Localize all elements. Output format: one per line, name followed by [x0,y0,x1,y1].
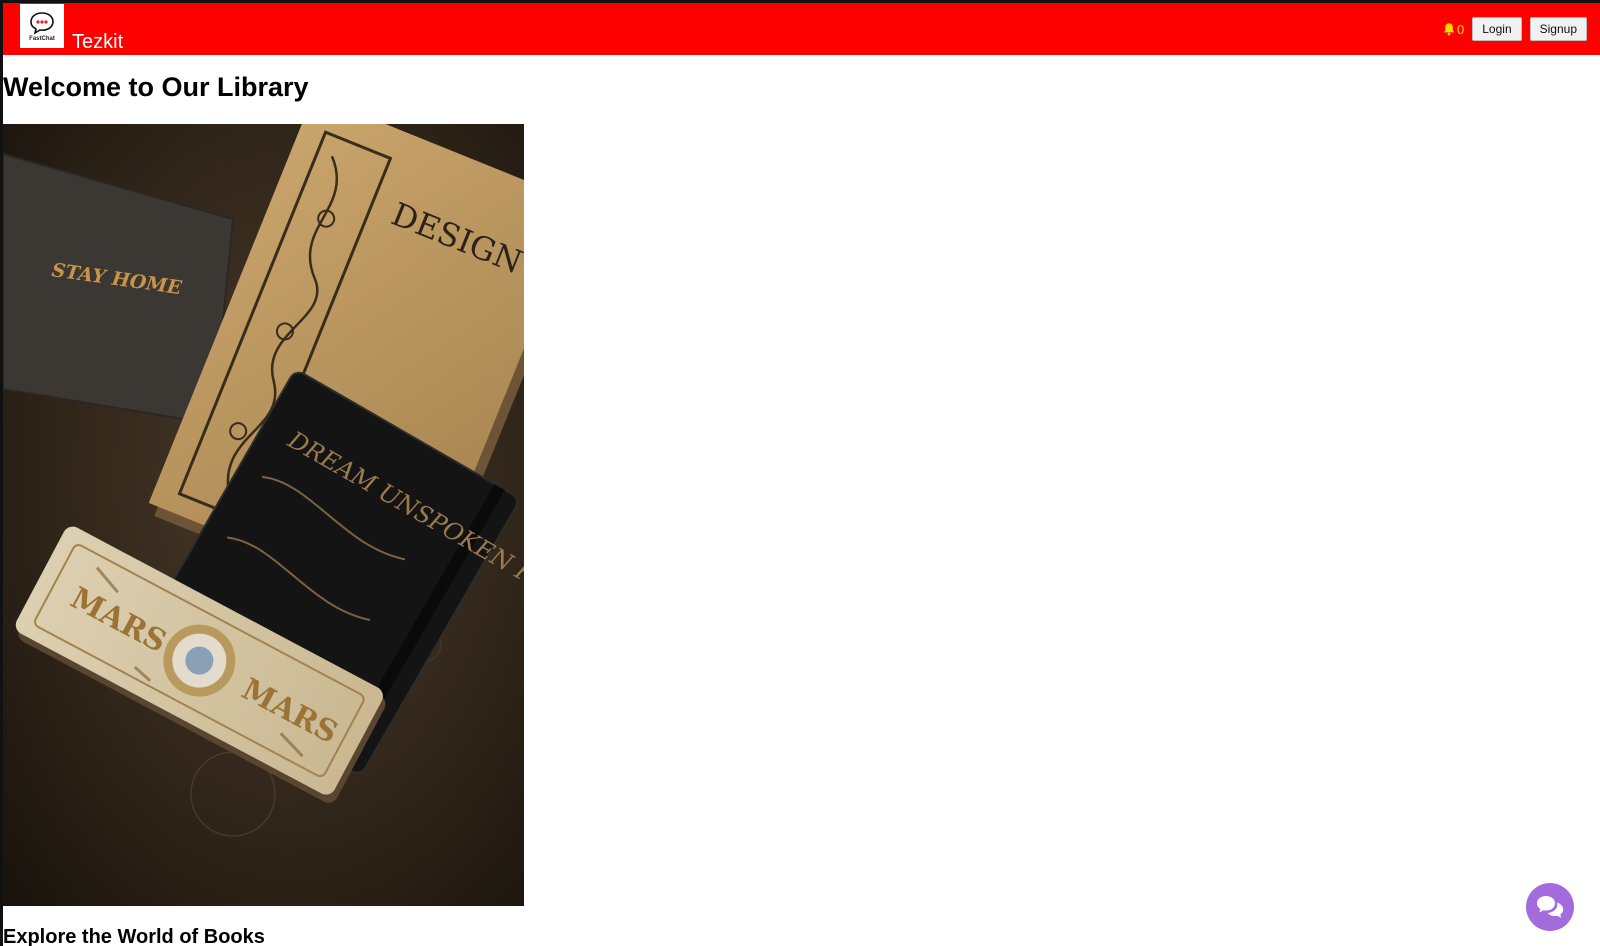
notification-count: 0 [1457,21,1465,37]
logo-text: FastChat [29,35,55,42]
nav-actions: 0 Login Signup [1442,17,1587,41]
fastchat-logo-icon [30,11,54,35]
chat-icon [1537,896,1564,918]
section-heading: Explore the World of Books [3,926,265,946]
chat-button[interactable] [1526,883,1574,931]
page-title: Welcome to Our Library [3,72,309,102]
page: FastChat Tezkit 0 Login Signup Welcome t… [0,0,1600,946]
bell-icon [1443,23,1455,36]
signup-button[interactable]: Signup [1529,17,1587,41]
notification-bell[interactable]: 0 [1442,22,1464,37]
hero-image: STAY HOME DESIGN IN THEORY DREAM UNSPOKE… [3,124,524,906]
brand-name[interactable]: Tezkit [72,30,123,54]
hero-illustration: STAY HOME DESIGN IN THEORY DREAM UNSPOKE… [3,124,524,906]
navbar: FastChat Tezkit 0 Login Signup [3,3,1600,55]
logo[interactable]: FastChat [20,4,64,48]
login-button[interactable]: Login [1472,17,1522,41]
